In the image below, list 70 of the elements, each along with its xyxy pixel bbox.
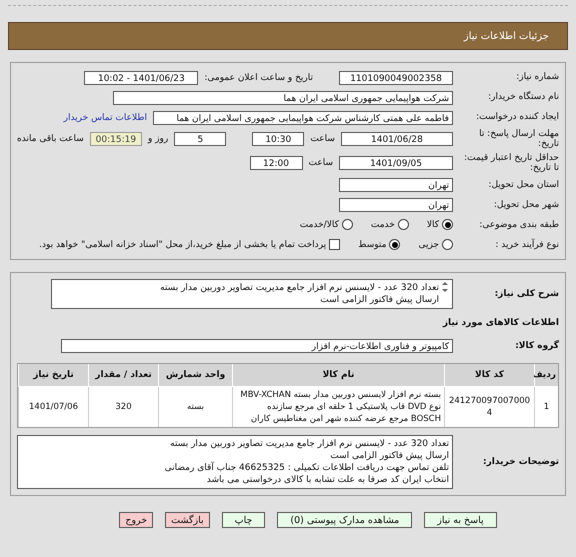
field-label: شهر محل تحویل:	[492, 200, 559, 210]
column-header: تعداد / مقدار	[88, 364, 158, 388]
field-label: تاریخ و ساعت اعلان عمومی:	[204, 72, 313, 82]
text-line: تلفن تماس جهت دریافت اطلاعات تکمیلی : 46625325 جناب آقای رمضانی	[164, 462, 449, 474]
text-field[interactable]: 1401/06/23 - 10:02	[84, 70, 198, 84]
field-label: طبقه بندی موضوعی:	[478, 220, 559, 230]
action-button[interactable]: بازگشت	[165, 512, 210, 528]
text-field[interactable]: 1401/06/28	[340, 132, 453, 146]
text-line: انتخاب ایران کد صرفا به علت تشابه با کالای درخواستی می باشد	[206, 474, 449, 486]
text-line: تعداد 320 عدد - لایسنس نرم افزار جامع مدیریت تصاویر دوربین مدار بسته	[159, 282, 439, 294]
field-label: استان محل تحویل:	[487, 180, 559, 190]
field-label: حداقل تاریخ اعتبار قیمت: تا تاریخ:	[463, 152, 559, 174]
contact-link[interactable]: اطلاعات تماس خریدار	[64, 112, 147, 122]
text-field[interactable]: تهران	[339, 198, 453, 212]
option-label: جزیی	[418, 240, 439, 250]
option-label: متوسط	[358, 240, 386, 250]
option-label: کالا	[426, 220, 439, 230]
field-label: شماره نیاز:	[515, 72, 559, 83]
text-area[interactable]: تعداد 320 عدد - لایسنس نرم افزار جامع مدیریت تصاویر دوربین مدار بسته ارسال پیش فاکتور الزامی است	[51, 279, 453, 310]
field-label: نام دستگاه خریدار:	[487, 92, 559, 103]
column-header: واحد شمارش	[158, 364, 232, 388]
section-heading: اطلاعات کالاهای مورد نیاز	[442, 317, 559, 330]
column-header: تاریخ نیاز	[18, 364, 88, 388]
table-cell: 2412700970070004	[444, 387, 534, 428]
radio-button[interactable]	[389, 239, 400, 250]
countdown-field[interactable]: 00:15:19	[90, 132, 142, 146]
field-label: ساعت	[310, 134, 335, 144]
column-header: کد کالا	[444, 364, 534, 388]
text-field[interactable]: 5	[174, 132, 226, 146]
table-cell: 1401/07/06	[18, 387, 88, 428]
text-field[interactable]: فاطمه علی همتی کارشناس شرکت هواپیمایی جمهوری اسلامی ایران هما	[153, 110, 453, 124]
action-button[interactable]: خروج	[119, 512, 154, 528]
text-line: تعداد 320 عدد - لایسنس نرم افزار جامع مدیریت تصاویر دوربین مدار بسته	[169, 438, 449, 450]
checkbox-label: پرداخت تمام یا بخشی از مبلغ خرید،از محل "اسناد خزانه اسلامی" خواهد بود.	[39, 240, 326, 250]
table-cell: 320	[88, 387, 158, 428]
field-label: گروه کالا:	[514, 340, 559, 352]
column-header: ردیف	[534, 364, 558, 388]
option-label: خدمت	[370, 220, 395, 230]
table-cell: بسته	[158, 387, 232, 428]
radio-button[interactable]	[442, 239, 453, 250]
text-line: ارسال پیش فاکتور الزامی است	[329, 450, 449, 462]
option-label: کالا/خدمت	[300, 220, 339, 230]
action-button[interactable]: چاپ	[222, 512, 266, 528]
table-cell: 1	[534, 387, 558, 428]
action-button[interactable]: مشاهده مدارک پیوستی (0)	[277, 512, 412, 528]
action-button[interactable]: پاسخ به نیاز	[424, 512, 497, 528]
radio-button[interactable]	[442, 219, 453, 230]
column-header: نام کالا	[232, 364, 444, 388]
text-field[interactable]: تهران	[339, 178, 453, 192]
scroll-arrows-icon[interactable]	[442, 282, 448, 292]
field-label: مهلت ارسال پاسخ: تا تاریخ:	[478, 129, 559, 150]
page-title: جزئیات اطلاعات نیاز	[464, 30, 549, 42]
field-label: روز و	[148, 134, 168, 144]
text-field[interactable]: 12:00	[250, 156, 302, 170]
text-field[interactable]: شرکت هواپیمایی جمهوری اسلامی ایران هما	[113, 90, 453, 104]
text-field[interactable]: 1401/09/05	[339, 156, 453, 170]
text-field[interactable]: کامپیوتر و فناوری اطلاعات-نرم افزار	[61, 338, 453, 353]
field-label: توضیحات خریدار:	[482, 457, 559, 468]
table-cell: بسته نرم افزار لایسنس دوربین مدار بسته MBV-XCHAN نوع DVD قاب پلاستیکی 1 حلقه ای مرجع سازنده BOSCH مرجع عرضه کننده شهر امن مغناطیس کاران	[232, 387, 444, 428]
field-label: ایجاد کننده درخواست:	[475, 112, 559, 123]
field-label: ساعت	[308, 158, 333, 168]
field-label: ساعت باقی مانده	[17, 134, 84, 144]
text-field[interactable]: 1101090049002358	[339, 70, 453, 84]
text-field[interactable]: 10:30	[252, 132, 304, 146]
field-label: شرح کلی نیاز:	[494, 289, 559, 300]
radio-button[interactable]	[342, 219, 353, 230]
field-label: نوع فرآیند خرید :	[494, 240, 559, 250]
radio-button[interactable]	[398, 219, 409, 230]
checkbox[interactable]	[329, 239, 340, 250]
text-line: ارسال پیش فاکتور الزامی است	[319, 294, 439, 306]
